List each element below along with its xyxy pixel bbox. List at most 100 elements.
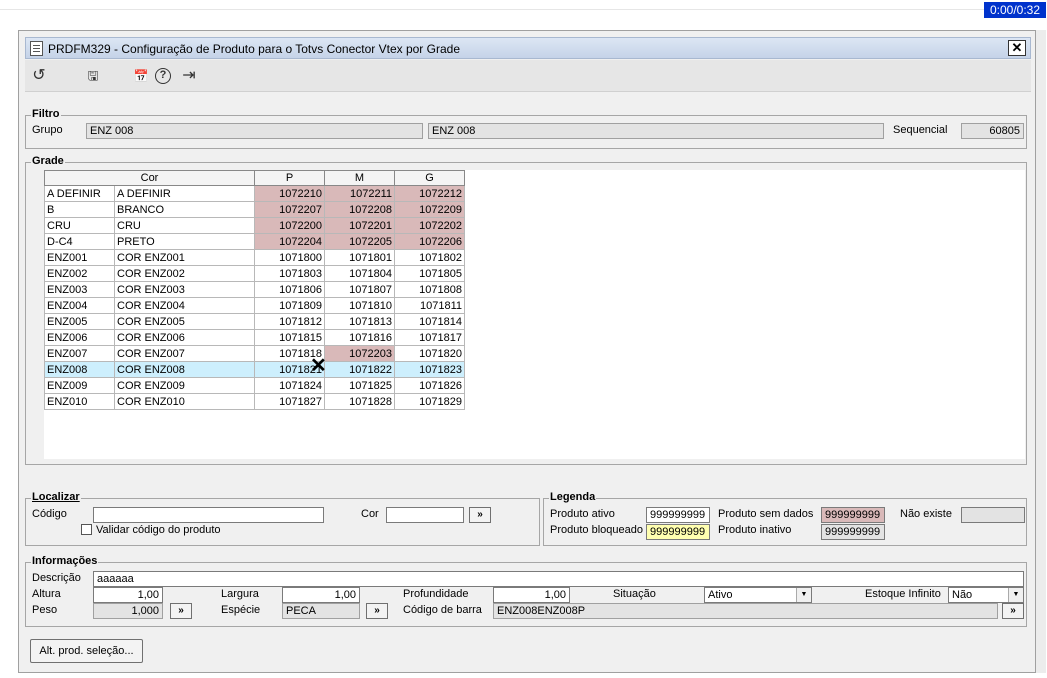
cell-code[interactable]: ENZ006	[44, 329, 115, 346]
close-button[interactable]: ✕	[1008, 40, 1026, 56]
table-row[interactable]: ENZ010 COR ENZ010 1071827 1071828 1071829	[44, 393, 465, 410]
table-row[interactable]: ENZ002 COR ENZ002 1071803 1071804 1071805	[44, 265, 465, 282]
cell-code[interactable]: ENZ007	[44, 345, 115, 362]
cell-size-m[interactable]: 1071825	[324, 377, 395, 394]
header-p[interactable]: P	[254, 170, 325, 186]
table-row[interactable]: D-C4 PRETO 1072204 1072205 1072206	[44, 233, 465, 250]
cell-size-m[interactable]: 1071810	[324, 297, 395, 314]
cell-size-p[interactable]: 1071812	[254, 313, 325, 330]
exit-icon[interactable]: ⇥	[179, 66, 199, 86]
cell-desc[interactable]: PRETO	[114, 233, 255, 250]
profundidade-field[interactable]: 1,00	[493, 587, 570, 603]
cell-size-p[interactable]: 1071827	[254, 393, 325, 410]
cell-code[interactable]: ENZ004	[44, 297, 115, 314]
localizar-search-button[interactable]: »	[469, 507, 491, 523]
cell-size-m[interactable]: 1072203	[324, 345, 395, 362]
cell-size-p[interactable]: 1071818	[254, 345, 325, 362]
alt-prod-selecao-button[interactable]: Alt. prod. seleção...	[30, 639, 143, 663]
cell-code[interactable]: ENZ005	[44, 313, 115, 330]
cell-desc[interactable]: COR ENZ001	[114, 249, 255, 266]
cell-code[interactable]: ENZ009	[44, 377, 115, 394]
table-row[interactable]: CRU CRU 1072200 1072201 1072202	[44, 217, 465, 234]
cell-code[interactable]: ENZ002	[44, 265, 115, 282]
cell-desc[interactable]: BRANCO	[114, 201, 255, 218]
cell-code[interactable]: ENZ003	[44, 281, 115, 298]
table-row[interactable]: ENZ003 COR ENZ003 1071806 1071807 1071808	[44, 281, 465, 298]
cell-desc[interactable]: A DEFINIR	[114, 185, 255, 202]
cell-size-m[interactable]: 1072211	[324, 185, 395, 202]
codigo-input[interactable]	[93, 507, 324, 523]
cell-code[interactable]: ENZ010	[44, 393, 115, 410]
cell-size-g[interactable]: 1071823	[394, 361, 465, 378]
cell-size-g[interactable]: 1071802	[394, 249, 465, 266]
cell-size-m[interactable]: 1071828	[324, 393, 395, 410]
cell-size-g[interactable]: 1071808	[394, 281, 465, 298]
cell-size-g[interactable]: 1072206	[394, 233, 465, 250]
cell-code[interactable]: A DEFINIR	[44, 185, 115, 202]
cell-size-p[interactable]: 1071806	[254, 281, 325, 298]
cell-desc[interactable]: COR ENZ004	[114, 297, 255, 314]
cell-desc[interactable]: COR ENZ010	[114, 393, 255, 410]
calendar-icon[interactable]: 📅	[131, 66, 151, 86]
cell-size-m[interactable]: 1071816	[324, 329, 395, 346]
estoque-select[interactable]: Não ▼	[948, 587, 1024, 603]
cell-code[interactable]: ENZ008	[44, 361, 115, 378]
peso-more-button[interactable]: »	[170, 603, 192, 619]
cell-size-m[interactable]: 1072205	[324, 233, 395, 250]
cell-size-g[interactable]: 1071826	[394, 377, 465, 394]
grade-table-area[interactable]: Cor P M G A DEFINIR A DEFINIR 1072210 10722…	[44, 170, 1025, 459]
cell-size-p[interactable]: 1072200	[254, 217, 325, 234]
cell-size-m[interactable]: 1071804	[324, 265, 395, 282]
especie-field[interactable]: PECA	[282, 603, 360, 619]
especie-more-button[interactable]: »	[366, 603, 388, 619]
sequencial-field[interactable]: 60805	[961, 123, 1024, 139]
grupo-desc-field[interactable]: ENZ 008	[428, 123, 884, 139]
undo-icon[interactable]: ↺	[29, 66, 49, 86]
header-cor[interactable]: Cor	[44, 170, 255, 186]
cell-code[interactable]: ENZ001	[44, 249, 115, 266]
table-row[interactable]: ENZ004 COR ENZ004 1071809 1071810 1071811	[44, 297, 465, 314]
cell-size-g[interactable]: 1071829	[394, 393, 465, 410]
cell-desc[interactable]: COR ENZ005	[114, 313, 255, 330]
header-g[interactable]: G	[394, 170, 465, 186]
codbarra-more-button[interactable]: »	[1002, 603, 1024, 619]
cell-size-m[interactable]: 1072208	[324, 201, 395, 218]
cell-code[interactable]: B	[44, 201, 115, 218]
cell-desc[interactable]: COR ENZ002	[114, 265, 255, 282]
cell-size-p[interactable]: 1072207	[254, 201, 325, 218]
cell-size-p[interactable]: 1072204	[254, 233, 325, 250]
cell-size-m[interactable]: 1071813	[324, 313, 395, 330]
cell-size-g[interactable]: 1071811	[394, 297, 465, 314]
situacao-select[interactable]: Ativo ▼	[704, 587, 812, 603]
header-m[interactable]: M	[324, 170, 395, 186]
cell-size-p[interactable]: 1071815	[254, 329, 325, 346]
cell-size-p[interactable]: 1071803	[254, 265, 325, 282]
cell-size-m[interactable]: 1071822	[324, 361, 395, 378]
table-row[interactable]: ENZ008 COR ENZ008 1071821 1071822 1071823	[44, 361, 465, 378]
grupo-code-field[interactable]: ENZ 008	[86, 123, 423, 139]
table-row[interactable]: ENZ001 COR ENZ001 1071800 1071801 1071802	[44, 249, 465, 266]
chevron-down-icon[interactable]: ▼	[1008, 588, 1023, 602]
cell-size-g[interactable]: 1071814	[394, 313, 465, 330]
cell-code[interactable]: CRU	[44, 217, 115, 234]
cell-desc[interactable]: COR ENZ003	[114, 281, 255, 298]
cell-size-p[interactable]: 1071809	[254, 297, 325, 314]
cell-desc[interactable]: COR ENZ009	[114, 377, 255, 394]
table-row[interactable]: B BRANCO 1072207 1072208 1072209	[44, 201, 465, 218]
help-icon[interactable]: ?	[155, 68, 171, 84]
validar-checkbox[interactable]	[81, 524, 92, 535]
cell-desc[interactable]: COR ENZ008	[114, 361, 255, 378]
descricao-field[interactable]: aaaaaa	[93, 571, 1024, 587]
cell-desc[interactable]: COR ENZ007	[114, 345, 255, 362]
table-row[interactable]: ENZ009 COR ENZ009 1071824 1071825 1071826	[44, 377, 465, 394]
table-row[interactable]: ENZ005 COR ENZ005 1071812 1071813 1071814	[44, 313, 465, 330]
cell-desc[interactable]: CRU	[114, 217, 255, 234]
cell-size-m[interactable]: 1071807	[324, 281, 395, 298]
cell-size-p[interactable]: 1071821	[254, 361, 325, 378]
cell-size-m[interactable]: 1071801	[324, 249, 395, 266]
altura-field[interactable]: 1,00	[93, 587, 163, 603]
cell-size-g[interactable]: 1071820	[394, 345, 465, 362]
cell-size-g[interactable]: 1072212	[394, 185, 465, 202]
codbarra-field[interactable]: ENZ008ENZ008P	[493, 603, 998, 619]
table-row[interactable]: ENZ007 COR ENZ007 1071818 1072203 1071820	[44, 345, 465, 362]
